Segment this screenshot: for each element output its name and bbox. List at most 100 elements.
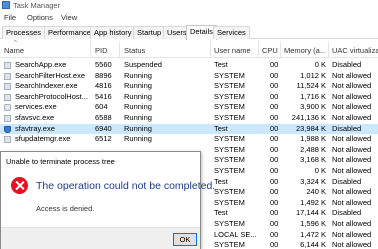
cell-cpu: 00: [270, 229, 279, 239]
cell-name: SearchProtocolHost...: [15, 91, 88, 101]
cell-uac: Not allowed: [332, 240, 372, 249]
dialog-title: Unable to terminate process tree: [6, 157, 115, 166]
tab-strip: Processes Performance App history Startu…: [0, 25, 378, 40]
cell-memory: 3,900 K: [300, 102, 326, 112]
cell-uac: Disabled: [332, 123, 362, 133]
column-divider[interactable]: [328, 41, 329, 57]
cell-pid: 6512: [95, 134, 112, 144]
cell-name: sfavsvc.exe: [15, 112, 55, 122]
cell-status: Running: [124, 102, 152, 112]
column-divider[interactable]: [90, 41, 91, 57]
menu-file[interactable]: File: [4, 11, 16, 24]
cell-memory: 0 K: [314, 165, 326, 175]
cell-cpu: 00: [270, 134, 279, 144]
column-pid[interactable]: PID: [95, 46, 108, 55]
column-memory[interactable]: Memory (a...: [284, 46, 326, 55]
cell-uac: Not allowed: [332, 102, 372, 112]
column-divider[interactable]: [280, 41, 281, 57]
cell-cpu: 00: [270, 187, 279, 197]
cell-user-name: SYSTEM: [214, 81, 245, 91]
cell-memory: 1,012 K: [300, 70, 326, 80]
cell-cpu: 00: [270, 123, 279, 133]
cell-memory: 6,144 K: [300, 240, 326, 249]
cell-uac: Not allowed: [332, 144, 372, 154]
tab-performance[interactable]: Performance: [44, 26, 95, 39]
cell-pid: 6940: [95, 123, 112, 133]
cell-name: services.exe: [15, 102, 57, 112]
ok-button[interactable]: OK: [173, 233, 197, 246]
table-row[interactable]: services.exe 604 Running SYSTEM 00 3,900 K Not…: [0, 102, 378, 113]
table-row[interactable]: SearchFilterHost.exe 8896 Running SYSTEM 00 1…: [0, 71, 378, 82]
tab-startup[interactable]: Startup: [133, 26, 166, 39]
column-divider[interactable]: [119, 41, 120, 57]
cell-pid: 4816: [95, 81, 112, 91]
table-header: ^ Name PID Status User name CPU Memory (…: [0, 40, 378, 58]
cell-status: Suspended: [124, 60, 162, 69]
cell-cpu: 00: [270, 240, 279, 249]
cell-status: Running: [124, 81, 152, 91]
menu-view[interactable]: View: [61, 11, 77, 24]
column-user-name[interactable]: User name: [214, 46, 251, 55]
cell-memory: 2,488 K: [300, 144, 326, 154]
cell-user-name: Test: [214, 176, 228, 186]
cell-memory: 0 K: [314, 60, 326, 69]
cell-pid: 6588: [95, 112, 112, 122]
table-row[interactable]: sfupdatemgr.exe 6512 Running SYSTEM 00 1,988 …: [0, 134, 378, 145]
dialog-footer: OK: [1, 227, 200, 249]
dialog-main-message: The operation could not be completed.: [36, 180, 216, 192]
cell-status: Running: [124, 91, 152, 101]
cell-pid: 5560: [95, 60, 112, 69]
cell-cpu: 00: [270, 144, 279, 154]
column-divider[interactable]: [258, 41, 259, 57]
cell-uac: Not allowed: [332, 229, 372, 239]
cell-status: Running: [124, 112, 152, 122]
cell-user-name: SYSTEM: [214, 70, 245, 80]
tab-processes[interactable]: Processes: [2, 26, 46, 39]
cell-user-name: SYSTEM: [214, 112, 245, 122]
cell-user-name: Test: [214, 123, 228, 133]
cell-user-name: Test: [214, 60, 228, 69]
table-row[interactable]: sfavtray.exe 6940 Running Test 00 23,984 K Dis…: [0, 123, 378, 135]
cell-user-name: SYSTEM: [214, 240, 245, 249]
cell-user-name: SYSTEM: [214, 134, 245, 144]
process-icon: [4, 136, 11, 144]
column-name[interactable]: Name: [4, 46, 24, 55]
cell-pid: 604: [95, 102, 108, 112]
process-icon: [4, 62, 11, 69]
cell-user-name: SYSTEM: [214, 144, 245, 154]
cell-cpu: 00: [270, 208, 279, 218]
cell-cpu: 00: [270, 112, 279, 122]
cell-status: Running: [124, 123, 152, 133]
menu-options[interactable]: Options: [27, 11, 53, 24]
cell-user-name: SYSTEM: [214, 218, 245, 228]
column-uac-virtualization[interactable]: UAC virtualizat: [332, 46, 378, 55]
cell-user-name: Test: [214, 208, 228, 218]
cell-cpu: 00: [270, 155, 279, 165]
cell-memory: 240 K: [306, 187, 326, 197]
cell-user-name: LOCAL SE...: [214, 229, 257, 239]
table-row[interactable]: SearchIndexer.exe 4816 Running SYSTEM 00 11,5…: [0, 81, 378, 92]
cell-name: sfavtray.exe: [15, 123, 55, 133]
column-cpu[interactable]: CPU: [262, 46, 278, 55]
cell-cpu: 00: [270, 81, 279, 91]
cell-pid: 8896: [95, 70, 112, 80]
column-status[interactable]: Status: [124, 46, 145, 55]
cell-cpu: 00: [270, 197, 279, 207]
column-divider[interactable]: [210, 41, 211, 57]
process-icon: [4, 72, 11, 80]
cell-uac: Disabled: [332, 208, 362, 218]
tab-app-history[interactable]: App history: [90, 26, 136, 39]
cell-uac: Not allowed: [332, 187, 372, 197]
cell-cpu: 00: [270, 176, 279, 186]
table-row[interactable]: SearchProtocolHost... 5416 Running SYSTEM 00…: [0, 92, 378, 103]
window-title: Task Manager: [13, 1, 61, 10]
process-icon: [4, 83, 11, 91]
table-row[interactable]: SearchApp.exe 5560 Suspended Test 00 0 K Disab…: [0, 60, 378, 71]
title-bar: Task Manager: [0, 0, 378, 11]
cell-user-name: SYSTEM: [214, 165, 245, 175]
cell-cpu: 00: [270, 91, 279, 101]
process-icon: [4, 114, 11, 122]
table-row[interactable]: sfavsvc.exe 6588 Running SYSTEM 00 241,136 K N…: [0, 113, 378, 124]
tab-services[interactable]: Services: [213, 26, 250, 39]
cell-name: SearchFilterHost.exe: [15, 70, 86, 80]
